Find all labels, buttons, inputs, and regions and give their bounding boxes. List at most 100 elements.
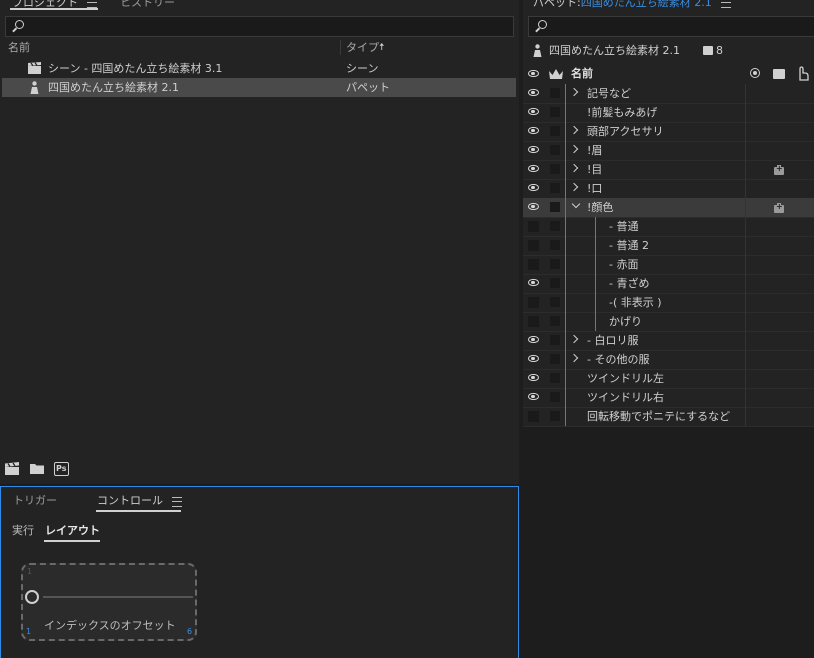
- visibility-eye-icon[interactable]: [528, 127, 539, 134]
- puppet-layer-row[interactable]: -( 非表示 ): [523, 293, 814, 313]
- puppet-layer-row[interactable]: かげり: [523, 312, 814, 332]
- puppet-layer-row[interactable]: !眉: [523, 141, 814, 161]
- puppet-layer-row[interactable]: - 普通: [523, 217, 814, 237]
- puppet-layer-label: !眉: [587, 144, 603, 157]
- tab-history[interactable]: ヒストリー: [120, 0, 175, 10]
- puppet-panel-menu-icon[interactable]: [721, 0, 731, 8]
- visibility-toggle-off[interactable]: [528, 259, 539, 270]
- solo-toggle[interactable]: [550, 316, 560, 326]
- tag-column-icon[interactable]: [773, 69, 785, 79]
- puppet-layer-row[interactable]: !口: [523, 179, 814, 199]
- row-divider: [565, 331, 566, 350]
- solo-toggle[interactable]: [550, 183, 560, 193]
- solo-toggle[interactable]: [550, 297, 560, 307]
- solo-toggle[interactable]: [550, 221, 560, 231]
- chevron-right-icon[interactable]: [569, 163, 579, 173]
- control-panel-menu-icon[interactable]: [172, 497, 182, 507]
- tab-puppet[interactable]: パペット:四国めたん立ち絵素材 2.1: [533, 0, 712, 10]
- puppet-layer-label: !前髪もみあげ: [587, 106, 658, 119]
- puppet-layer-label: 頭部アクセサリ: [587, 125, 664, 138]
- visibility-eye-icon[interactable]: [528, 89, 539, 96]
- solo-toggle[interactable]: [550, 392, 560, 402]
- column-header-name[interactable]: 名前: [8, 38, 30, 57]
- record-target-icon[interactable]: [750, 68, 760, 78]
- new-scene-icon[interactable]: [5, 462, 19, 475]
- puppet-layer-label: 回転移動でポニテにするなど: [587, 410, 731, 423]
- visibility-eye-icon[interactable]: [528, 279, 539, 286]
- visibility-toggle-off[interactable]: [528, 221, 539, 232]
- visibility-toggle-off[interactable]: [528, 240, 539, 251]
- crown-icon[interactable]: [549, 68, 563, 79]
- project-search-input[interactable]: [5, 16, 514, 37]
- tab-controls[interactable]: コントロール: [97, 492, 163, 508]
- puppet-layer-row[interactable]: !目: [523, 160, 814, 180]
- column-header-name[interactable]: 名前: [571, 64, 593, 83]
- chevron-right-icon[interactable]: [569, 353, 579, 363]
- column-divider: [745, 217, 746, 236]
- solo-toggle[interactable]: [550, 278, 560, 288]
- solo-toggle[interactable]: [550, 411, 560, 421]
- solo-toggle[interactable]: [550, 88, 560, 98]
- visibility-eye-icon[interactable]: [528, 203, 539, 210]
- puppet-layer-row[interactable]: 回転移動でポニテにするなど: [523, 407, 814, 427]
- photoshop-icon[interactable]: Ps: [54, 462, 69, 476]
- visibility-toggle-off[interactable]: [528, 297, 539, 308]
- tag-icon[interactable]: [774, 164, 784, 175]
- puppet-layer-row[interactable]: ツインドリル右: [523, 388, 814, 408]
- puppet-layer-row[interactable]: !前髪もみあげ: [523, 103, 814, 123]
- puppet-layer-row[interactable]: - その他の服: [523, 350, 814, 370]
- solo-toggle[interactable]: [550, 107, 560, 117]
- column-divider[interactable]: [340, 40, 341, 55]
- visibility-eye-icon[interactable]: [528, 108, 539, 115]
- index-offset-slider-card[interactable]: 1 インデックスのオフセット 1 6: [21, 563, 197, 641]
- project-item-scene[interactable]: シーン - 四国めたん立ち絵素材 3.1 シーン: [2, 59, 516, 78]
- solo-toggle[interactable]: [550, 335, 560, 345]
- puppet-layer-row[interactable]: !顔色: [523, 198, 814, 218]
- tag-icon[interactable]: [774, 202, 784, 213]
- folder-icon[interactable]: [30, 463, 44, 474]
- slider-thumb[interactable]: [25, 590, 39, 604]
- hand-grab-icon[interactable]: [797, 66, 809, 81]
- puppet-layer-row[interactable]: - 白ロリ服: [523, 331, 814, 351]
- visibility-toggle-off[interactable]: [528, 411, 539, 422]
- puppet-layer-row[interactable]: ツインドリル左: [523, 369, 814, 389]
- chevron-down-icon[interactable]: [571, 199, 581, 209]
- chevron-right-icon[interactable]: [569, 125, 579, 135]
- project-item-puppet[interactable]: 四国めたん立ち絵素材 2.1 パペット: [2, 78, 516, 97]
- visibility-toggle-off[interactable]: [528, 316, 539, 327]
- subtab-perform[interactable]: 実行: [12, 522, 34, 538]
- puppet-search-input[interactable]: [528, 16, 814, 37]
- column-header-type[interactable]: タイプ: [346, 38, 379, 57]
- visibility-eye-icon[interactable]: [528, 146, 539, 153]
- puppet-layer-row[interactable]: - 青ざめ: [523, 274, 814, 294]
- solo-toggle[interactable]: [550, 202, 560, 212]
- visibility-eye-icon[interactable]: [528, 336, 539, 343]
- solo-toggle[interactable]: [550, 164, 560, 174]
- puppet-layer-row[interactable]: 頭部アクセサリ: [523, 122, 814, 142]
- solo-toggle[interactable]: [550, 145, 560, 155]
- visibility-eye-icon[interactable]: [528, 393, 539, 400]
- chevron-right-icon[interactable]: [569, 87, 579, 97]
- column-divider: [745, 312, 746, 331]
- solo-toggle[interactable]: [550, 259, 560, 269]
- puppet-layer-row[interactable]: - 赤面: [523, 255, 814, 275]
- solo-toggle[interactable]: [550, 354, 560, 364]
- puppet-layer-row[interactable]: 記号など: [523, 84, 814, 104]
- visibility-eye-icon[interactable]: [528, 70, 539, 77]
- sort-ascending-icon[interactable]: 🠅: [379, 38, 384, 57]
- subtab-layout[interactable]: レイアウト: [45, 522, 100, 538]
- visibility-eye-icon[interactable]: [528, 165, 539, 172]
- puppet-layer-row[interactable]: - 普通 2: [523, 236, 814, 256]
- solo-toggle[interactable]: [550, 373, 560, 383]
- visibility-eye-icon[interactable]: [528, 184, 539, 191]
- chevron-right-icon[interactable]: [569, 182, 579, 192]
- solo-toggle[interactable]: [550, 240, 560, 250]
- visibility-eye-icon[interactable]: [528, 374, 539, 381]
- tab-triggers[interactable]: トリガー: [13, 492, 57, 508]
- solo-toggle[interactable]: [550, 126, 560, 136]
- chevron-right-icon[interactable]: [569, 334, 579, 344]
- chevron-right-icon[interactable]: [569, 144, 579, 154]
- visibility-eye-icon[interactable]: [528, 355, 539, 362]
- project-panel-menu-icon[interactable]: [87, 0, 97, 8]
- puppet-layer-label: - 青ざめ: [609, 277, 650, 290]
